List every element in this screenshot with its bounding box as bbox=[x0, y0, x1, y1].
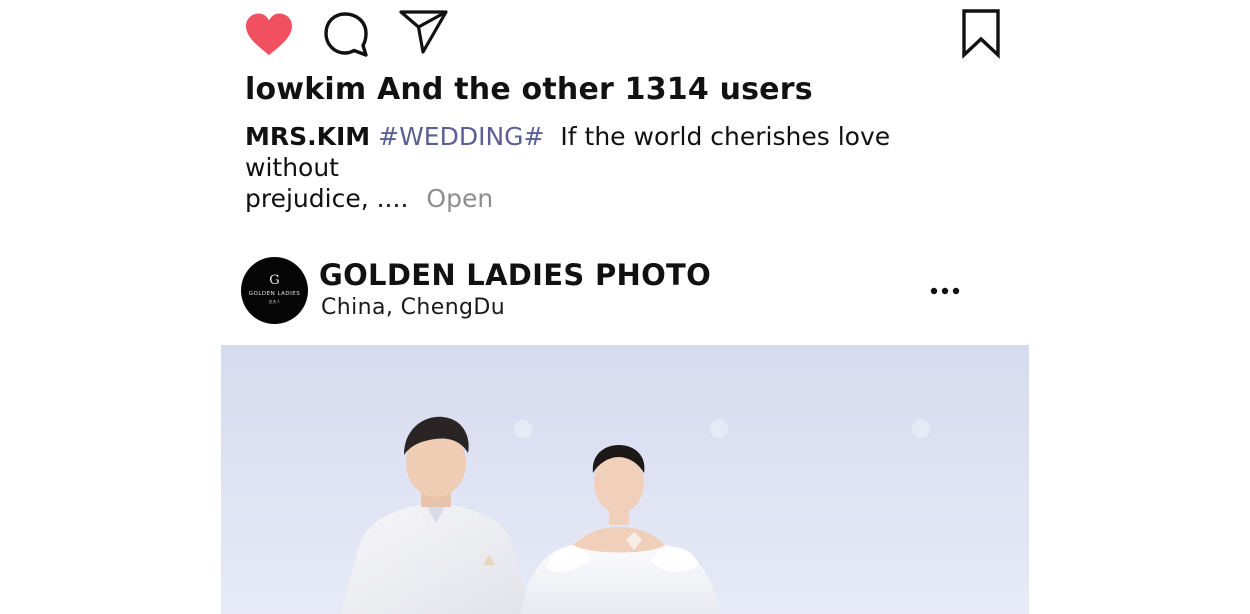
post-caption: MRS.KIM #WEDDING# If the world cherishes… bbox=[245, 121, 965, 214]
caption-author[interactable]: MRS.KIM bbox=[245, 122, 370, 151]
wedding-photo-illustration bbox=[221, 345, 1029, 614]
caption-open-link[interactable]: Open bbox=[426, 184, 493, 213]
send-icon[interactable] bbox=[399, 9, 449, 55]
location-country: China, bbox=[321, 295, 394, 320]
post-header: G GOLDEN LADIES 金夫人 GOLDEN LADIES PHOTO … bbox=[0, 250, 1250, 330]
likes-summary[interactable]: lowkim And the other 1314 users bbox=[245, 72, 813, 107]
account-name[interactable]: GOLDEN LADIES PHOTO bbox=[319, 258, 711, 292]
post-action-bar bbox=[0, 0, 1250, 70]
avatar-logo-mark: G bbox=[269, 273, 280, 288]
caption-hashtag[interactable]: #WEDDING# bbox=[378, 122, 544, 151]
caption-text-line2: prejudice, .... bbox=[245, 184, 409, 213]
more-dots-icon[interactable] bbox=[929, 285, 961, 297]
location-city: ChengDu bbox=[400, 295, 506, 320]
avatar-logo-text: GOLDEN LADIES bbox=[248, 291, 301, 297]
avatar-logo-subtext: 金夫人 bbox=[268, 299, 281, 304]
post-location[interactable]: China, ChengDu bbox=[321, 295, 505, 320]
heart-filled-icon[interactable] bbox=[244, 12, 294, 58]
comment-bubble-icon[interactable] bbox=[323, 10, 371, 58]
post-image[interactable] bbox=[221, 345, 1029, 614]
bookmark-icon[interactable] bbox=[961, 9, 1001, 59]
avatar[interactable]: G GOLDEN LADIES 金夫人 bbox=[241, 257, 308, 324]
